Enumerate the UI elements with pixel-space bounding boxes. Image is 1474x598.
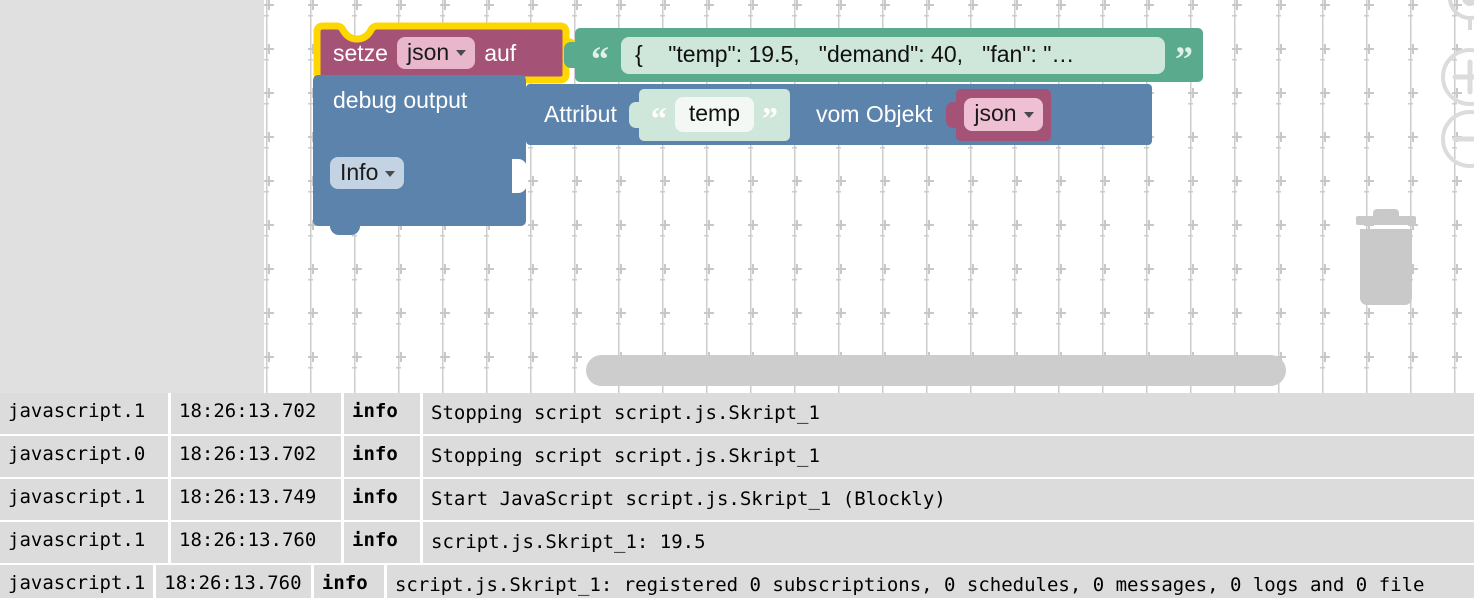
trash-icon[interactable] — [1356, 209, 1416, 305]
chevron-down-icon — [385, 170, 396, 177]
workspace-horizontal-scrollbar[interactable] — [586, 355, 1286, 386]
log-level: info — [344, 435, 420, 477]
log-message: Stopping script script.js.Skript_1 — [423, 435, 1474, 477]
vom-objekt-label: vom Objekt — [816, 101, 933, 127]
blockly-workspace[interactable]: setze json auf “ { "temp": 19.5, "demand… — [0, 0, 1474, 393]
block-get-attribute[interactable]: Attribut “ temp ” vom Objekt json — [516, 84, 1152, 145]
zoom-in-icon[interactable] — [1438, 45, 1474, 109]
block-attribute-text[interactable]: “ temp ” — [628, 88, 791, 141]
debug-level-label: Info — [340, 159, 379, 185]
log-source: javascript.1 — [0, 521, 168, 563]
quote-open-icon: “ — [650, 99, 667, 136]
quote-open-icon: “ — [591, 38, 609, 79]
log-level: info — [344, 393, 420, 434]
quote-close-icon: ” — [762, 99, 779, 136]
trash-lid — [1356, 209, 1416, 225]
log-time: 18:26:13.749 — [171, 478, 341, 520]
debug-level-dropdown[interactable]: Info — [330, 157, 405, 190]
log-source: javascript.1 — [0, 564, 154, 598]
log-row[interactable]: javascript.1 18:26:13.760 info script.js.Sk… — [0, 564, 1474, 598]
log-message: script.js.Skript_1: registered 0 subscri… — [386, 564, 1474, 598]
log-row[interactable]: javascript.1 18:26:13.749 info Start JavaSc… — [0, 478, 1474, 520]
blockly-script-editor: setze json auf “ { "temp": 19.5, "demand… — [0, 0, 1474, 598]
attribut-label: Attribut — [544, 101, 617, 127]
log-panel[interactable]: javascript.1 18:26:13.702 info Stopping scr… — [0, 393, 1474, 598]
log-time: 18:26:13.760 — [171, 521, 341, 563]
log-row-list: javascript.1 18:26:13.702 info Stopping scr… — [0, 393, 1474, 598]
log-source: javascript.0 — [0, 435, 168, 477]
log-level: info — [313, 564, 384, 598]
log-level: info — [344, 521, 420, 563]
log-row[interactable]: javascript.1 18:26:13.760 info script.js.Sk… — [0, 521, 1474, 563]
object-variable-label: json — [974, 100, 1017, 127]
block-variable-json[interactable]: json — [946, 88, 1051, 141]
log-row[interactable]: javascript.1 18:26:13.702 info Stopping scr… — [0, 393, 1474, 434]
zoom-out-icon[interactable] — [1438, 107, 1474, 171]
block-debug-output[interactable]: debug output Info — [313, 75, 527, 235]
value-input-notch — [512, 159, 527, 193]
quote-close-icon: ” — [1175, 38, 1193, 79]
block-text-string[interactable]: “ { "temp": 19.5, "demand": 40, "fan": "… — [564, 28, 1203, 82]
log-level: info — [344, 478, 420, 520]
trash-can — [1360, 229, 1412, 305]
log-message: Start JavaScript script.js.Skript_1 (Blo… — [423, 478, 1474, 520]
text-string-field[interactable]: { "temp": 19.5, "demand": 40, "fan": "… — [621, 36, 1165, 74]
log-source: javascript.1 — [0, 393, 168, 434]
blockly-toolbox-panel[interactable] — [0, 0, 264, 393]
attribute-name-field[interactable]: temp — [674, 97, 755, 132]
log-row[interactable]: javascript.0 18:26:13.702 info Stopping scr… — [0, 435, 1474, 477]
object-variable-dropdown[interactable]: json — [964, 98, 1043, 131]
chevron-down-icon — [1023, 111, 1034, 118]
log-time: 18:26:13.760 — [156, 564, 311, 598]
center-blocks-icon[interactable] — [1437, 0, 1474, 42]
log-message: Stopping script script.js.Skript_1 — [423, 393, 1474, 434]
debug-output-label: debug output — [333, 87, 468, 113]
log-time: 18:26:13.702 — [171, 435, 341, 477]
log-time: 18:26:13.702 — [171, 393, 341, 434]
log-message: script.js.Skript_1: 19.5 — [423, 521, 1474, 563]
log-source: javascript.1 — [0, 478, 168, 520]
